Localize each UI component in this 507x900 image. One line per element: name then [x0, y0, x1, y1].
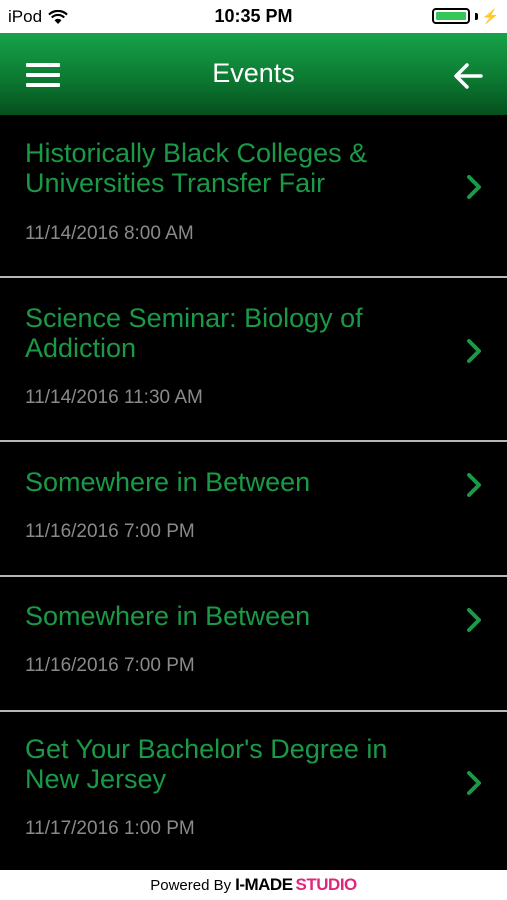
event-item[interactable]: Historically Black Colleges & Universiti… [0, 115, 507, 278]
charging-bolt-icon: ⚡ [481, 8, 499, 24]
event-date: 11/16/2016 7:00 PM [25, 655, 195, 676]
event-date: 11/14/2016 11:30 AM [25, 387, 203, 408]
brand-logo-accent: STUDIO [295, 875, 358, 894]
events-list: Historically Black Colleges & Universiti… [0, 115, 507, 870]
event-item[interactable]: Science Seminar: Biology of Addiction 11… [0, 278, 507, 442]
chevron-right-icon [467, 473, 481, 497]
chevron-right-icon [467, 771, 481, 795]
back-button[interactable] [451, 59, 485, 93]
event-title: Somewhere in Between [25, 601, 311, 631]
page-title: Events [212, 58, 295, 88]
event-title: Historically Black Colleges & Universiti… [25, 138, 368, 198]
battery-nub [474, 12, 478, 20]
event-item[interactable]: Somewhere in Between 11/16/2016 7:00 PM [0, 442, 507, 577]
chevron-right-icon [467, 608, 481, 632]
event-date: 11/14/2016 8:00 AM [25, 223, 194, 244]
event-date: 11/17/2016 1:00 PM [25, 818, 195, 839]
event-date: 11/16/2016 7:00 PM [25, 521, 195, 542]
nav-bar: Events [0, 33, 507, 115]
chevron-right-icon [467, 339, 481, 363]
event-title: Somewhere in Between [25, 467, 311, 497]
event-title: Get Your Bachelor's Degree in New Jersey [25, 734, 388, 794]
status-right: ⚡ [431, 8, 499, 24]
arrow-left-icon [454, 63, 483, 89]
powered-by-footer: Powered By I-MADE STUDIO [0, 870, 507, 900]
event-item[interactable]: Get Your Bachelor's Degree in New Jersey… [0, 712, 507, 870]
chevron-right-icon [467, 175, 481, 199]
brand-logo-main: I-MADE [235, 875, 293, 894]
event-item[interactable]: Somewhere in Between 11/16/2016 7:00 PM [0, 577, 507, 712]
battery-icon [431, 8, 470, 24]
status-bar: iPod 10:35 PM ⚡ [0, 0, 507, 33]
powered-by-label: Powered By [150, 876, 232, 894]
event-title: Science Seminar: Biology of Addiction [25, 303, 363, 363]
